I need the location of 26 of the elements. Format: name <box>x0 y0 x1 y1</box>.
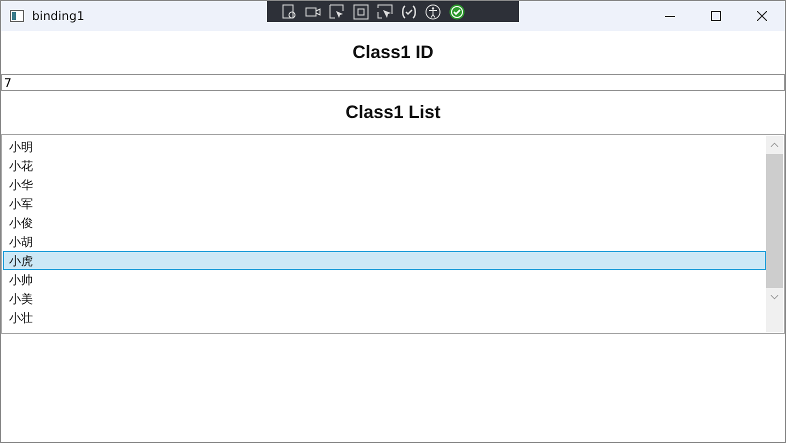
list-item[interactable]: 小军 <box>3 194 766 213</box>
list-item[interactable]: 小俊 <box>3 213 766 232</box>
list-item[interactable]: 小华 <box>3 175 766 194</box>
scroll-thumb[interactable] <box>766 154 783 288</box>
list-item[interactable]: 小花 <box>3 156 766 175</box>
cursor-frame-icon[interactable] <box>377 4 393 20</box>
close-icon <box>757 11 767 21</box>
binding-icon[interactable] <box>401 4 417 20</box>
select-element-icon[interactable] <box>281 4 297 20</box>
window-icon <box>10 10 24 22</box>
check-icon[interactable] <box>449 4 465 20</box>
list-item[interactable]: 小壮 <box>3 308 766 327</box>
maximize-icon <box>711 11 721 21</box>
list-item[interactable]: 小美 <box>3 289 766 308</box>
list-item[interactable]: 小明 <box>3 137 766 156</box>
window-title: binding1 <box>32 9 84 23</box>
scrollbar[interactable] <box>766 136 783 332</box>
accessibility-icon[interactable] <box>425 4 441 20</box>
section-heading: Class1 List <box>344 101 442 124</box>
section-heading: Class1 ID <box>351 41 435 64</box>
list-item[interactable]: 小虎 <box>3 251 766 270</box>
list-item[interactable]: 小帅 <box>3 270 766 289</box>
cursor-icon[interactable] <box>329 4 345 20</box>
input-field[interactable]: 7 <box>1 74 785 91</box>
list-item[interactable]: 小胡 <box>3 232 766 251</box>
square-icon[interactable] <box>353 4 369 20</box>
